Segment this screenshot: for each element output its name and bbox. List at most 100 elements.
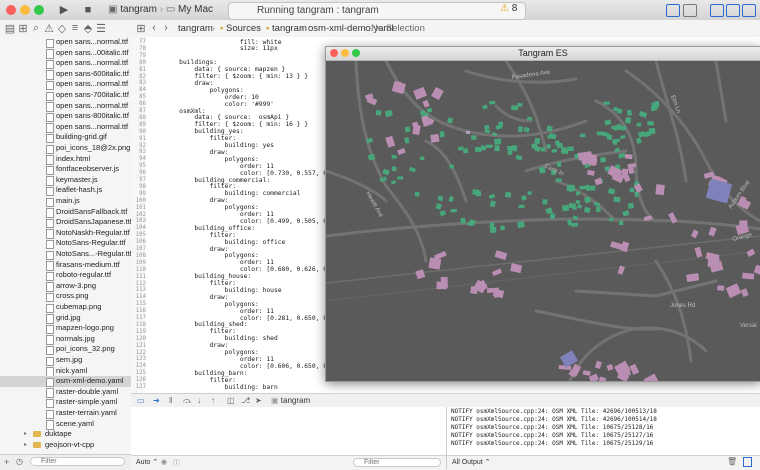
crumb-sources[interactable]: ▪ Sources	[220, 23, 261, 34]
pause-icon[interactable]: ‖	[169, 396, 172, 405]
navigator-item[interactable]: raster-double.yaml	[0, 387, 131, 398]
minimize-window-button[interactable]	[20, 5, 30, 15]
search-icon[interactable]: ⌕	[30, 22, 42, 35]
trash-icon[interactable]: 🗑	[727, 457, 737, 466]
toggle-utilities-icon[interactable]	[742, 4, 756, 17]
symbol-icon[interactable]: ⊞	[17, 22, 29, 35]
map-building	[516, 102, 523, 107]
tangram-zoom-button[interactable]	[352, 49, 360, 57]
back-icon[interactable]: ‹	[148, 22, 160, 34]
toggle-debug-area-icon[interactable]	[726, 4, 740, 17]
navigator-item[interactable]: mapzen-logo.png	[0, 323, 131, 335]
zoom-window-button[interactable]	[34, 5, 44, 15]
navigator-item[interactable]: open sans...normal.ttf	[0, 101, 131, 112]
navigator-item[interactable]: grid.jpg	[0, 313, 131, 324]
test-icon[interactable]: ◇	[56, 22, 68, 35]
toggle-navigator-icon[interactable]	[710, 4, 724, 17]
map-building	[437, 195, 444, 202]
navigator-item[interactable]: NotoSans...-Regular.ttf	[0, 249, 131, 260]
navigator-item[interactable]: cross.png	[0, 291, 131, 303]
tangram-close-button[interactable]	[330, 49, 338, 57]
report-icon[interactable]: ☰	[95, 22, 107, 35]
navigator-item[interactable]: open sans...normal.ttf	[0, 37, 131, 48]
navigator-item[interactable]: building-grid.gif	[0, 132, 131, 144]
debug-icon[interactable]: ≡	[69, 22, 81, 34]
navigator-item[interactable]: osm-xml-demo.yaml	[0, 376, 131, 388]
navigator-item[interactable]: fontfaceobserver.js	[0, 164, 131, 176]
stop-button[interactable]: ■	[82, 3, 94, 17]
issue-icon[interactable]: ⚠	[43, 22, 55, 35]
navigator-item[interactable]: leaflet-hash.js	[0, 185, 131, 197]
navigator-item[interactable]: normals.jpg	[0, 334, 131, 345]
view-debugger-icon[interactable]: ◫	[227, 396, 235, 405]
navigator-item[interactable]: keymaster.js	[0, 175, 131, 186]
navigator-filter-input[interactable]	[30, 457, 125, 466]
navigator-item[interactable]: index.html	[0, 154, 131, 165]
navigator-item[interactable]: NotoNaskh-Regular.ttf	[0, 228, 131, 239]
navigator-item[interactable]: open sans...normal.ttf	[0, 58, 131, 70]
forward-icon[interactable]: ›	[160, 22, 172, 34]
navigator-item[interactable]: open sans...normal.ttf	[0, 122, 131, 133]
add-icon[interactable]: +	[4, 457, 9, 467]
breakpoint-icon[interactable]: ⬘	[82, 22, 94, 35]
run-button[interactable]: ▶	[58, 3, 70, 17]
related-items-icon[interactable]: ⊞	[135, 22, 147, 35]
output-select[interactable]: All Output ⌃	[452, 458, 491, 466]
hide-debug-icon[interactable]: ▭	[137, 396, 145, 405]
scheme-icon: ▣	[108, 4, 121, 15]
map-building	[613, 196, 621, 203]
navigator-item[interactable]: nick.yaml	[0, 366, 131, 377]
editor-assistant-icon[interactable]	[683, 4, 697, 17]
crumb-project[interactable]: tangram	[178, 23, 213, 34]
navigator-item[interactable]: poi_icons_18@2x.png	[0, 143, 131, 154]
navigator-item[interactable]: cubemap.png	[0, 302, 131, 313]
navigator-item[interactable]: raster-simple.yaml	[0, 397, 131, 409]
map-view[interactable]: Pasadena Ave Hewitt Ave Carle ln Orange …	[326, 61, 760, 381]
scope-select[interactable]: Auto ⌃	[136, 458, 158, 466]
navigator-item[interactable]: open sans...normal.ttf	[0, 79, 131, 91]
map-building	[470, 135, 477, 140]
scheme-selector[interactable]: ▣ tangram › ▭ My Mac	[108, 3, 213, 17]
memory-graph-icon[interactable]: ⎇	[241, 396, 250, 405]
disclosure-icon[interactable]: ▸	[24, 440, 27, 451]
navigator-item[interactable]: ▸ duktape	[0, 429, 131, 440]
navigator-item[interactable]: DroidSansJapanese.ttf	[0, 217, 131, 229]
recent-icon[interactable]: ◷	[16, 457, 23, 466]
breakpoints-toggle-icon[interactable]: ➜	[153, 396, 160, 405]
console-line: NOTIFY osmXmlSource.cpp:24: OSM XML Tile…	[451, 440, 654, 447]
navigator-item[interactable]: firasans-medium.ttf	[0, 260, 131, 271]
navigator-item[interactable]: arrow-3.png	[0, 281, 131, 292]
step-out-icon[interactable]: ↑	[211, 396, 215, 405]
navigator-item[interactable]: raster-terrain.yaml	[0, 408, 131, 419]
step-in-icon[interactable]: ↓	[197, 396, 201, 405]
navigator-item[interactable]: sem.jpg	[0, 355, 131, 366]
navigator-item[interactable]: open sans...00italic.ttf	[0, 48, 131, 59]
navigator-item[interactable]: NotoSans-Regular.ttf	[0, 238, 131, 250]
map-building	[460, 217, 466, 224]
editor-standard-icon[interactable]	[666, 4, 680, 17]
warning-badge[interactable]: ⚠ 8	[500, 3, 517, 14]
map-label: Jones Rd	[670, 303, 695, 309]
disclosure-icon[interactable]: ▸	[24, 429, 27, 440]
tangram-minimize-button[interactable]	[341, 49, 349, 57]
navigator-item[interactable]: scene.yaml	[0, 419, 131, 430]
navigator-item[interactable]: ▸ geojson-vt-cpp	[0, 440, 131, 451]
navigator-item[interactable]: open sans-600italic.ttf	[0, 69, 131, 80]
print-description-icon[interactable]: ⓘ	[173, 458, 180, 468]
navigator-item[interactable]: poi_icons_32.png	[0, 344, 131, 356]
navigator-item[interactable]: open sans-800italic.ttf	[0, 111, 131, 123]
debug-target[interactable]: ▣ tangram	[271, 396, 310, 405]
navigator-item[interactable]: DroidSansFallback.ttf	[0, 207, 131, 218]
crumb-selection[interactable]: No Selection	[371, 23, 425, 34]
navigator-item[interactable]: roboto-regular.ttf	[0, 270, 131, 282]
location-icon[interactable]: ➤	[255, 396, 262, 405]
variables-filter-input[interactable]	[353, 458, 441, 467]
close-window-button[interactable]	[6, 5, 16, 15]
step-over-icon[interactable]: ⤼	[183, 396, 192, 406]
map-building	[560, 148, 569, 155]
quick-look-icon[interactable]: ◉	[161, 458, 167, 466]
split-console-icon[interactable]	[743, 457, 752, 467]
navigator-item[interactable]: main.js	[0, 196, 131, 207]
navigator-item[interactable]: open sans-700italic.ttf	[0, 90, 131, 101]
folder-icon[interactable]: ▤	[4, 22, 16, 35]
